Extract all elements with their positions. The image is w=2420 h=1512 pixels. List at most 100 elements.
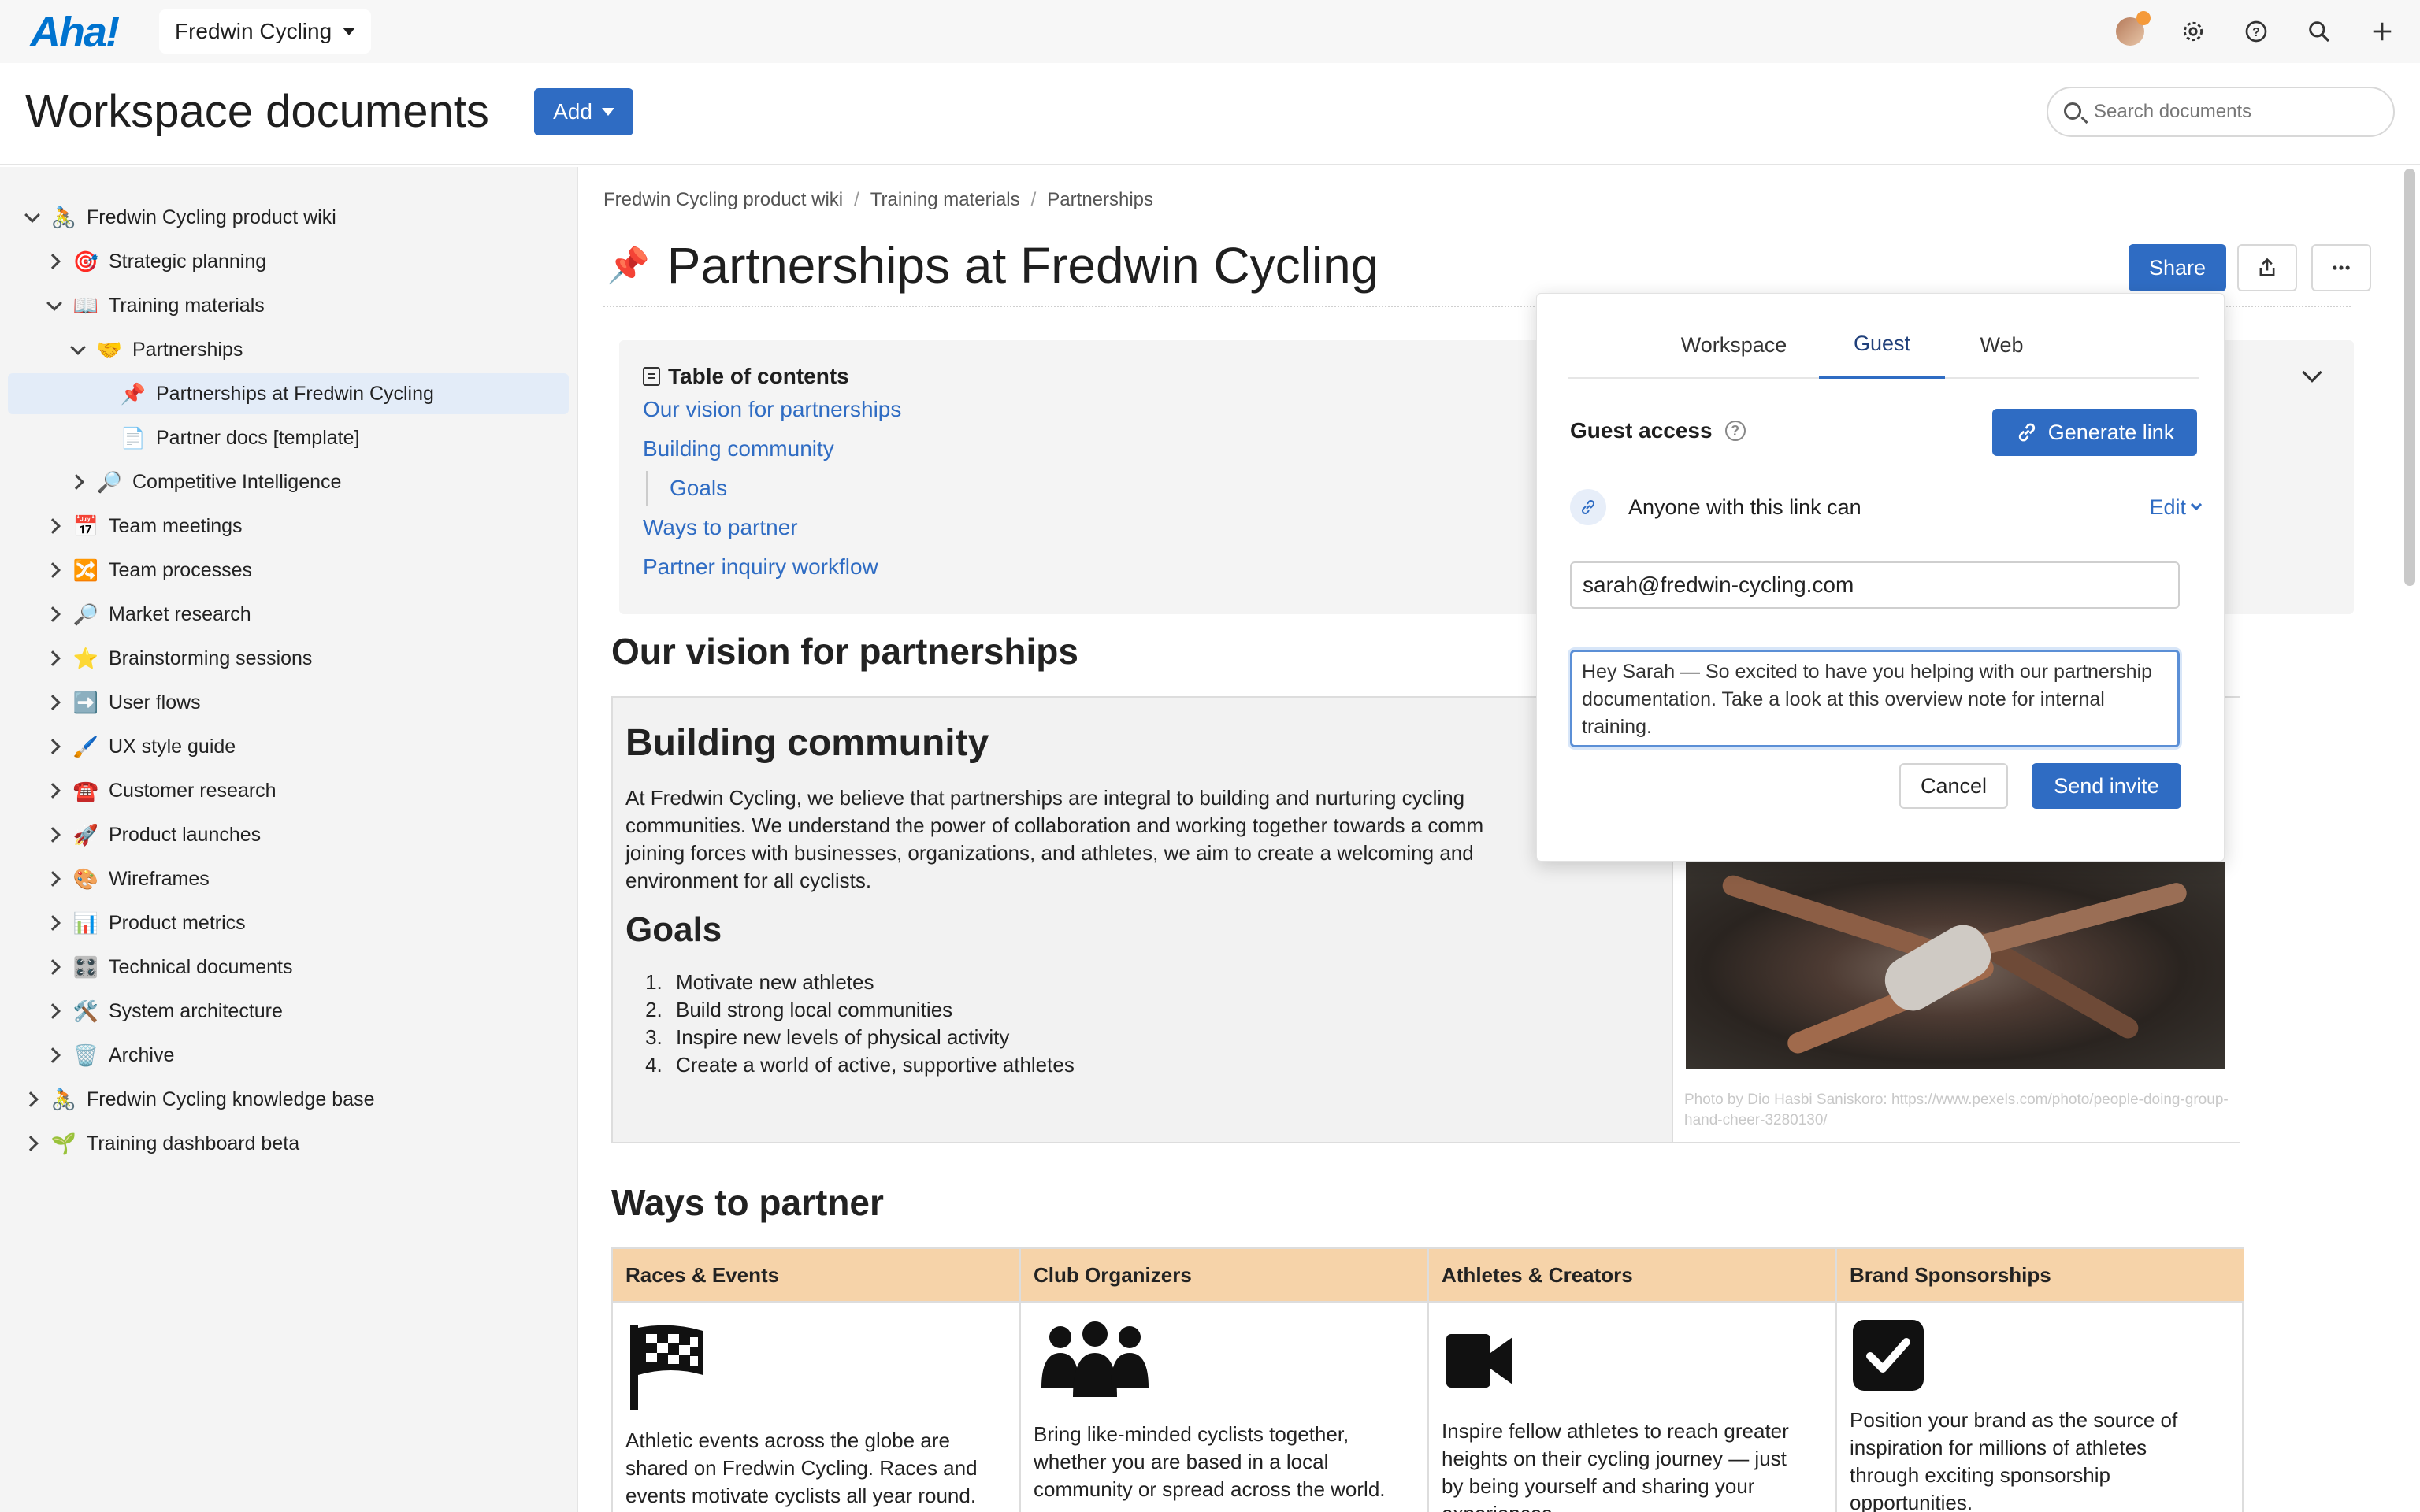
text-line: Bring like-minded cyclists together, <box>1034 1422 1349 1446</box>
search-icon[interactable] <box>2305 17 2333 46</box>
tree-item[interactable]: 🎨 Wireframes <box>44 858 210 899</box>
app-logo[interactable]: Aha! <box>30 8 120 57</box>
tab-web[interactable]: Web <box>1954 311 2049 379</box>
document-title: 📌 Partnerships at Fredwin Cycling <box>607 236 1379 295</box>
text-line: community or spread across the world. <box>1034 1477 1386 1501</box>
chevron-right-icon[interactable] <box>44 869 65 889</box>
tree-item[interactable]: 🎯 Strategic planning <box>44 241 266 282</box>
scrollbar[interactable] <box>2404 169 2415 586</box>
chevron-right-icon[interactable] <box>44 736 65 757</box>
tree-item[interactable]: 🔎 Market research <box>44 594 251 635</box>
item-icon: 🎯 <box>72 249 99 273</box>
chevron-right-icon[interactable] <box>44 1001 65 1021</box>
tree-item[interactable]: 📖 Training materials <box>44 285 265 326</box>
toc-link[interactable]: Building community <box>643 436 834 461</box>
cancel-button[interactable]: Cancel <box>1899 763 2008 809</box>
chevron-right-icon[interactable] <box>44 1045 65 1065</box>
item-icon: 🖌️ <box>72 734 99 758</box>
toc-link[interactable]: Goals <box>670 476 727 501</box>
tree-item[interactable]: 📅 Team meetings <box>44 506 243 547</box>
edit-permission-dropdown[interactable]: Edit <box>2149 495 2203 520</box>
tree-item[interactable]: 🤝 Partnerships <box>68 329 243 370</box>
chevron-right-icon[interactable] <box>44 560 65 580</box>
text-line: Position your brand as the source of <box>1850 1408 2178 1432</box>
toc-link[interactable]: Partner inquiry workflow <box>643 554 878 580</box>
toc-link[interactable]: Our vision for partnerships <box>643 397 901 422</box>
partner-description: Position your brand as the source of ins… <box>1850 1406 2231 1512</box>
tree-item[interactable]: 🗑️ Archive <box>44 1035 175 1076</box>
tab-workspace[interactable]: Workspace <box>1647 311 1821 379</box>
edit-label: Edit <box>2149 495 2186 519</box>
chevron-right-icon[interactable] <box>22 1089 43 1110</box>
text-line: inspiration for millions of athletes <box>1850 1436 2147 1459</box>
chevron-right-icon[interactable] <box>44 692 65 713</box>
top-bar: Aha! Fredwin Cycling ? <box>0 0 2420 63</box>
chevron-right-icon[interactable] <box>44 516 65 536</box>
share-button[interactable]: Share <box>2129 244 2226 291</box>
breadcrumb-link[interactable]: Training materials <box>870 189 1020 211</box>
chevron-right-icon[interactable] <box>68 472 88 492</box>
breadcrumb-link[interactable]: Fredwin Cycling product wiki <box>603 189 843 211</box>
tree-item[interactable]: ⭐ Brainstorming sessions <box>44 638 313 679</box>
workspace-switcher[interactable]: Fredwin Cycling <box>159 9 372 54</box>
email-field[interactable] <box>1570 561 2180 609</box>
tree-item[interactable]: 📄 Partner docs [template] <box>112 417 360 458</box>
gear-icon[interactable] <box>2179 17 2207 46</box>
chevron-right-icon[interactable] <box>44 648 65 669</box>
chevron-down-icon[interactable] <box>44 295 65 316</box>
avatar[interactable] <box>2116 11 2151 46</box>
add-button[interactable]: Add <box>534 88 633 135</box>
plus-icon[interactable] <box>2368 17 2396 46</box>
page-header: Workspace documents Add Search documents <box>0 63 2420 165</box>
breadcrumb-link[interactable]: Partnerships <box>1047 189 1153 211</box>
text-line: events motivate cyclists all year round. <box>625 1484 977 1507</box>
caret-down-icon <box>343 28 356 35</box>
tree-item[interactable]: 🚴 Fredwin Cycling knowledge base <box>22 1079 375 1120</box>
more-options-icon[interactable] <box>2311 244 2371 291</box>
chevron-down-icon[interactable] <box>22 207 43 228</box>
tab-guest[interactable]: Guest <box>1819 311 1945 379</box>
help-icon[interactable]: ? <box>2242 17 2270 46</box>
chevron-right-icon[interactable] <box>44 604 65 624</box>
invite-message-field[interactable]: Hey Sarah — So excited to have you helpi… <box>1570 650 2180 747</box>
goals-list: Motivate new athletes Build strong local… <box>643 969 1075 1079</box>
caret-down-icon <box>601 108 614 116</box>
partner-column: Club Organizers Bring like-minded cyclis… <box>1021 1249 1429 1512</box>
tree-item-selected[interactable]: 📌 Partnerships at Fredwin Cycling <box>8 373 569 414</box>
chevron-right-icon[interactable] <box>22 1133 43 1154</box>
tree-item[interactable]: 🖌️ UX style guide <box>44 726 236 767</box>
partner-column-header: Club Organizers <box>1021 1249 1427 1303</box>
text-line: through exciting sponsorship <box>1850 1463 2110 1487</box>
tree-item[interactable]: 🔀 Team processes <box>44 550 252 591</box>
send-invite-button[interactable]: Send invite <box>2032 763 2181 809</box>
tree-item[interactable]: 🔎 Competitive Intelligence <box>68 461 342 502</box>
tree-item[interactable]: 🎛️ Technical documents <box>44 947 293 988</box>
chevron-right-icon[interactable] <box>44 957 65 977</box>
chevron-down-icon[interactable] <box>68 339 88 360</box>
search-input[interactable]: Search documents <box>2047 87 2395 137</box>
tree-item[interactable]: 🚴 Fredwin Cycling product wiki <box>22 197 336 238</box>
tree-item-label: Training materials <box>109 294 265 317</box>
search-placeholder: Search documents <box>2094 101 2252 122</box>
help-icon[interactable]: ? <box>1724 421 1746 441</box>
item-icon: 🛠️ <box>72 999 99 1023</box>
document-title-text[interactable]: Partnerships at Fredwin Cycling <box>667 236 1379 295</box>
text-line: joining forces with businesses, organiza… <box>625 841 1474 865</box>
tree-item[interactable]: 🚀 Product launches <box>44 814 261 855</box>
group-hands-photo[interactable] <box>1686 862 2225 1069</box>
export-icon[interactable] <box>2237 244 2297 291</box>
tree-item[interactable]: 🌱 Training dashboard beta <box>22 1123 299 1164</box>
collapse-toc-chevron-icon[interactable] <box>2302 362 2322 383</box>
tree-item[interactable]: 📊 Product metrics <box>44 902 246 943</box>
chevron-right-icon[interactable] <box>44 251 65 272</box>
tree-item[interactable]: ➡️ User flows <box>44 682 201 723</box>
chevron-right-icon[interactable] <box>44 825 65 845</box>
chevron-right-icon[interactable] <box>44 913 65 933</box>
tree-item[interactable]: ☎️ Customer research <box>44 770 277 811</box>
chevron-right-icon[interactable] <box>44 780 65 801</box>
tree-item-label: UX style guide <box>109 735 236 758</box>
generate-link-button[interactable]: Generate link <box>1992 409 2197 456</box>
toc-link[interactable]: Ways to partner <box>643 515 798 540</box>
tree-item[interactable]: 🛠️ System architecture <box>44 991 283 1032</box>
tree-item-label: Team processes <box>109 558 253 581</box>
